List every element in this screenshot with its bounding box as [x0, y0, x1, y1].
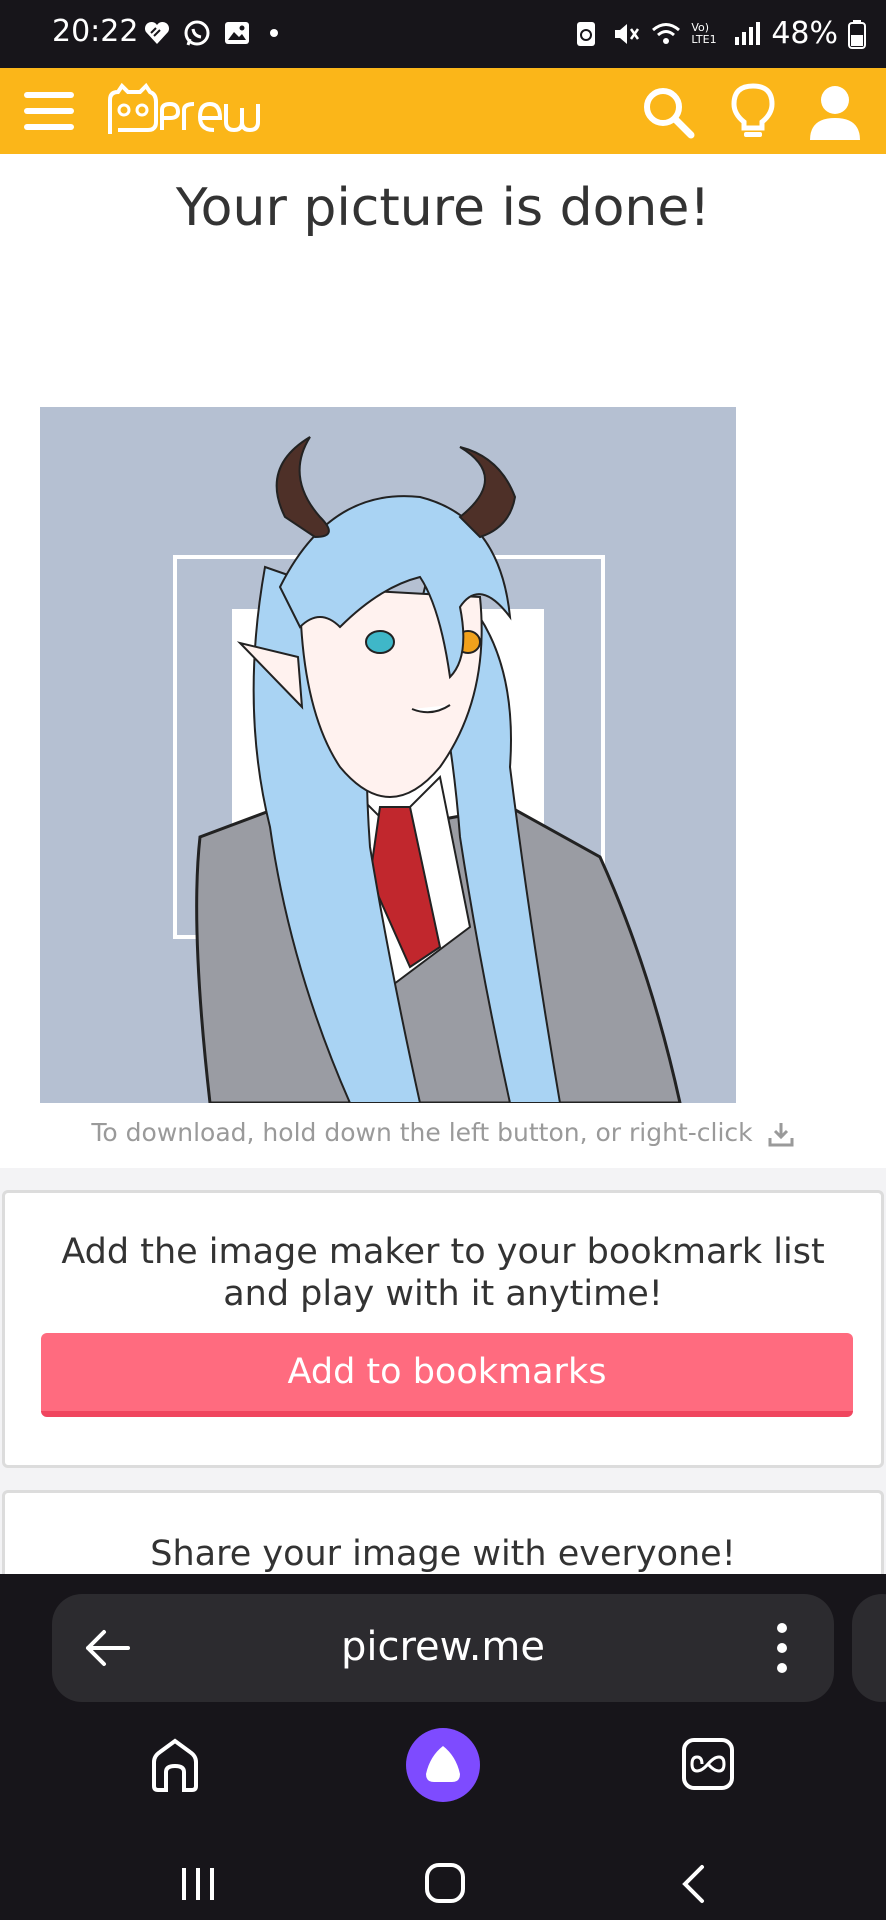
page-title: Your picture is done!: [175, 178, 711, 238]
system-back-icon[interactable]: [680, 1864, 706, 1904]
gallery-icon: [225, 22, 249, 44]
notification-icons: [142, 18, 292, 48]
system-home-icon[interactable]: [424, 1862, 466, 1904]
bookmark-text-line1: Add the image maker to your bookmark lis…: [61, 1232, 825, 1272]
battery-percent: 48%: [771, 16, 838, 51]
network-label: Vo) LTE1: [691, 20, 717, 46]
status-time: 20:22: [52, 14, 139, 49]
bookmark-text-line2: and play with it anytime!: [223, 1274, 663, 1314]
alice-glyph: [426, 1746, 460, 1782]
bookmark-card-text: Add the image maker to your bookmark lis…: [5, 1231, 881, 1315]
status-bar: 20:22 Vo) LTE1 48%: [0, 0, 886, 68]
app-header: [0, 68, 886, 154]
wifi-icon: [652, 22, 681, 44]
address-bar[interactable]: picrew.me: [52, 1594, 834, 1702]
vertical-dots-icon[interactable]: [772, 1620, 792, 1676]
user-icon[interactable]: [806, 82, 864, 142]
url-text[interactable]: picrew.me: [52, 1624, 834, 1670]
lightbulb-icon[interactable]: [728, 82, 778, 142]
share-card-text: Share your image with everyone!: [150, 1534, 736, 1574]
home-icon[interactable]: [146, 1736, 204, 1794]
heart-app-icon: [144, 21, 170, 44]
whatsapp-icon: [184, 20, 210, 46]
download-hint: To download, hold down the left button, …: [0, 1118, 886, 1148]
add-to-bookmarks-button[interactable]: Add to bookmarks: [41, 1333, 853, 1417]
dot-icon: [270, 29, 278, 37]
system-icons: Vo) LTE1 48%: [571, 16, 866, 51]
picrew-logo[interactable]: [104, 82, 280, 140]
recycle-icon: [577, 21, 596, 46]
download-hint-text: To download, hold down the left button, …: [91, 1118, 753, 1147]
recent-apps-icon[interactable]: [178, 1866, 218, 1902]
browser-bottom-bar: picrew.me: [0, 1574, 886, 1920]
mute-icon: [615, 23, 640, 44]
next-tab-peek[interactable]: [852, 1594, 886, 1702]
tabs-icon[interactable]: [680, 1736, 736, 1792]
search-icon[interactable]: [640, 84, 696, 140]
character-illustration: [173, 436, 682, 1103]
generated-picture[interactable]: [40, 407, 736, 1103]
hamburger-menu-icon[interactable]: [22, 86, 76, 136]
download-icon: [768, 1123, 794, 1147]
alice-icon[interactable]: [406, 1728, 480, 1802]
battery-icon: [848, 19, 866, 49]
signal-icon: [735, 21, 761, 45]
bookmark-card: Add the image maker to your bookmark lis…: [2, 1190, 884, 1468]
